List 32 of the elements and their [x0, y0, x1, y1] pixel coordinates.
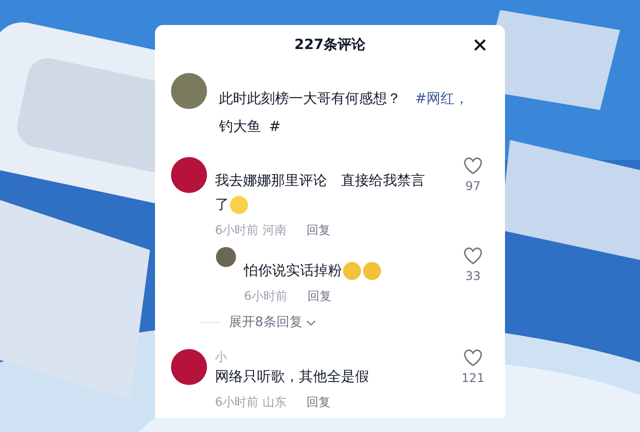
- comment-text: 我去娜娜那里评论 直接给我禁言了: [215, 169, 449, 217]
- post-caption: 此时此刻榜一大哥有何感想？ #网红， 钓大鱼 #: [219, 90, 470, 137]
- like-count: 121: [462, 370, 484, 386]
- comment-time: 6小时前: [215, 394, 259, 410]
- avatar[interactable]: [171, 73, 207, 109]
- emoji-icon: [362, 261, 382, 282]
- avatar[interactable]: [171, 348, 207, 384]
- panel-title: 227条评论: [294, 36, 366, 54]
- emoji-icon: [342, 261, 362, 282]
- avatar[interactable]: [171, 157, 207, 193]
- hashtag-link[interactable]: #网红，: [415, 91, 469, 107]
- hashtag-link[interactable]: 钓大鱼: [219, 119, 261, 135]
- user-name[interactable]: 小: [215, 348, 449, 364]
- avatar[interactable]: [216, 247, 236, 267]
- comment-location: 河南: [262, 222, 287, 239]
- comment-time: 6小时前: [244, 288, 288, 305]
- like-count: 33: [465, 268, 481, 285]
- like-count: 97: [465, 178, 481, 195]
- hashtag-link[interactable]: #: [269, 119, 281, 135]
- comment-text: 网络只听歌，其他全是假: [215, 368, 370, 386]
- emoji-icon: [229, 195, 249, 216]
- heart-icon[interactable]: [463, 157, 483, 175]
- heart-icon[interactable]: [463, 247, 483, 265]
- comment-text: 怕你说实话掉粉: [244, 259, 449, 283]
- expand-replies-button[interactable]: 展开8条回复: [229, 313, 316, 332]
- reply-button[interactable]: 回复: [308, 287, 332, 305]
- reply-button[interactable]: 回复: [306, 392, 331, 410]
- reply-button[interactable]: 回复: [306, 221, 331, 239]
- chevron-down-icon: [306, 318, 316, 327]
- comment-time: 6小时前: [215, 222, 259, 239]
- heart-icon[interactable]: [463, 348, 483, 366]
- comment-location: 山东: [262, 394, 287, 410]
